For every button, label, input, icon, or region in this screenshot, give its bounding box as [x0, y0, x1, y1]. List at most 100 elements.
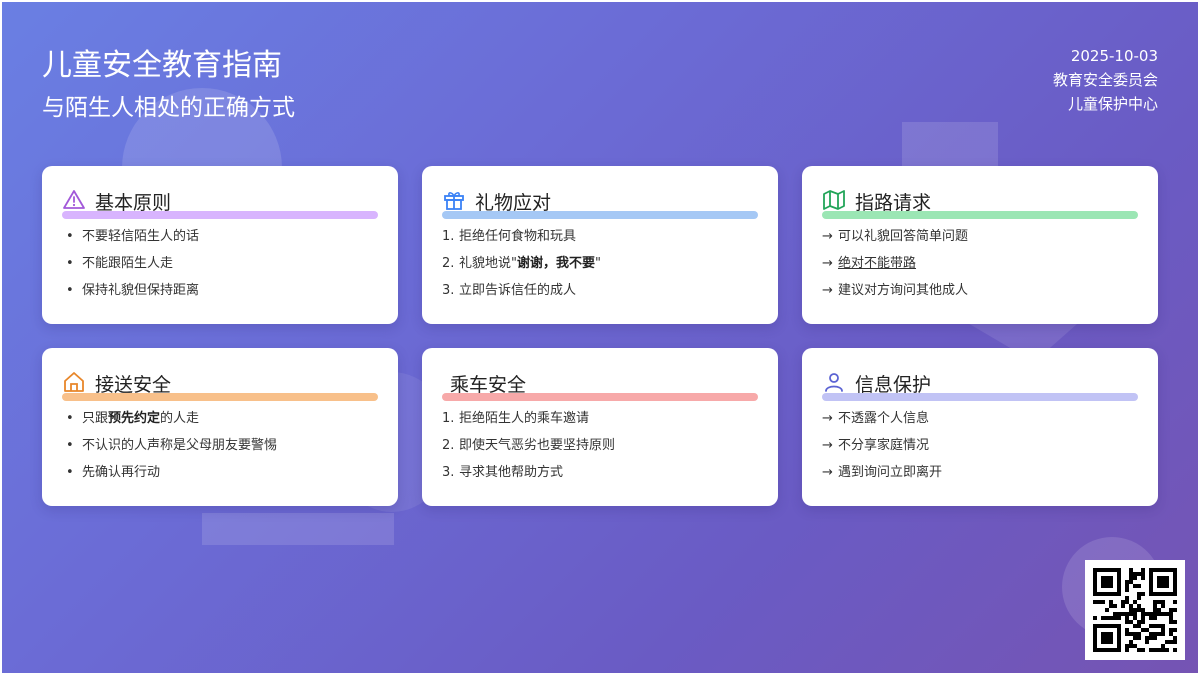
- qr-module: [1165, 592, 1169, 596]
- qr-module: [1105, 568, 1109, 572]
- organization-text: 儿童保护中心: [1067, 95, 1158, 113]
- qr-module: [1125, 648, 1129, 652]
- qr-module: [1101, 648, 1105, 652]
- qr-module: [1145, 628, 1149, 632]
- card-list: → 可以礼貌回答简单问题 → 绝对不能带路 → 建议对方询问其他成人: [822, 228, 1142, 309]
- qr-module: [1109, 632, 1113, 636]
- qr-module: [1113, 624, 1117, 628]
- qr-module: [1149, 584, 1153, 588]
- home-icon: [64, 372, 84, 392]
- qr-module: [1161, 612, 1165, 616]
- qr-module: [1157, 592, 1161, 596]
- qr-module: [1149, 592, 1153, 596]
- qr-module: [1169, 640, 1173, 644]
- qr-module: [1153, 632, 1157, 636]
- qr-module: [1173, 576, 1177, 580]
- qr-module: [1141, 620, 1145, 624]
- qr-module: [1141, 572, 1145, 576]
- qr-module: [1157, 632, 1161, 636]
- qr-module: [1105, 632, 1109, 636]
- qr-module: [1093, 632, 1097, 636]
- qr-module: [1097, 592, 1101, 596]
- gift-icon: [444, 192, 464, 210]
- qr-module: [1121, 612, 1125, 616]
- qr-module: [1113, 648, 1117, 652]
- qr-module: [1117, 576, 1121, 580]
- qr-module: [1173, 584, 1177, 588]
- qr-module: [1137, 624, 1141, 628]
- qr-module: [1169, 632, 1173, 636]
- qr-module: [1109, 604, 1113, 608]
- qr-module: [1105, 624, 1109, 628]
- qr-module: [1157, 576, 1161, 580]
- list-item: 1. 拒绝陌生人的乘车邀请: [442, 411, 590, 426]
- list-item: 3. 立即告诉信任的成人: [442, 283, 577, 298]
- qr-module: [1133, 616, 1137, 620]
- qr-module: [1097, 648, 1101, 652]
- qr-module: [1093, 584, 1097, 588]
- qr-module: [1117, 624, 1121, 628]
- qr-module: [1133, 608, 1137, 612]
- page-title: 儿童安全教育指南: [42, 48, 282, 83]
- qr-module: [1101, 580, 1105, 584]
- qr-module: [1161, 592, 1165, 596]
- organization-text: 教育安全委员会: [1052, 71, 1158, 89]
- list-item: • 保持礼貌但保持距离: [66, 283, 200, 298]
- warning-icon: [63, 190, 85, 209]
- qr-module: [1149, 576, 1153, 580]
- qr-module: [1125, 588, 1129, 592]
- qr-module: [1105, 640, 1109, 644]
- qr-module: [1153, 608, 1157, 612]
- qr-module: [1113, 568, 1117, 572]
- qr-module: [1101, 616, 1105, 620]
- qr-module: [1101, 636, 1105, 640]
- qr-module: [1141, 648, 1145, 652]
- qr-module: [1173, 580, 1177, 584]
- qr-module: [1153, 612, 1157, 616]
- card-header: 接送安全: [62, 368, 378, 401]
- qr-module: [1117, 592, 1121, 596]
- qr-module: [1125, 580, 1129, 584]
- qr-module: [1113, 612, 1117, 616]
- qr-code: [1085, 560, 1185, 660]
- qr-module: [1109, 640, 1113, 644]
- list-item: • 只跟预先约定的人走: [66, 411, 200, 426]
- qr-module: [1133, 600, 1137, 604]
- qr-module: [1093, 648, 1097, 652]
- qr-module: [1149, 648, 1153, 652]
- qr-module: [1093, 592, 1097, 596]
- qr-module: [1117, 644, 1121, 648]
- qr-module: [1125, 644, 1129, 648]
- date-text: 2025-10-03: [1070, 47, 1158, 65]
- qr-module: [1129, 632, 1133, 636]
- qr-module: [1097, 568, 1101, 572]
- qr-module: [1117, 588, 1121, 592]
- qr-module: [1165, 648, 1169, 652]
- qr-module: [1173, 628, 1177, 632]
- qr-code-graphic: [1093, 568, 1177, 652]
- qr-module: [1129, 576, 1133, 580]
- list-item: • 不能跟陌生人走: [66, 256, 174, 271]
- qr-module: [1109, 616, 1113, 620]
- qr-module: [1105, 616, 1109, 620]
- card-header: 礼物应对: [442, 186, 758, 219]
- slide: 儿童安全教育指南 与陌生人相处的正确方式 2025-10-03 教育安全委员会 …: [2, 2, 1198, 673]
- card-list: • 只跟预先约定的人走 • 不认识的人声称是父母朋友要警惕 • 先确认再行动: [62, 410, 382, 491]
- qr-module: [1133, 572, 1137, 576]
- qr-module: [1093, 576, 1097, 580]
- qr-module: [1109, 600, 1113, 604]
- qr-module: [1157, 624, 1161, 628]
- list-item: • 先确认再行动: [66, 465, 161, 480]
- list-item: → 不分享家庭情况: [822, 438, 930, 453]
- qr-module: [1093, 616, 1097, 620]
- list-item: • 不认识的人声称是父母朋友要警惕: [66, 438, 278, 453]
- qr-module: [1173, 568, 1177, 572]
- qr-module: [1109, 568, 1113, 572]
- qr-module: [1161, 568, 1165, 572]
- card-header: 基本原则: [62, 186, 378, 219]
- list-item: 3. 寻求其他帮助方式: [442, 465, 564, 480]
- qr-module: [1165, 576, 1169, 580]
- qr-module: [1093, 580, 1097, 584]
- qr-module: [1173, 636, 1177, 640]
- card-gift-response: 礼物应对 1. 拒绝任何食物和玩具 2. 礼貌地说"谢谢，我不要" 3. 立即告诉信任…: [422, 166, 778, 324]
